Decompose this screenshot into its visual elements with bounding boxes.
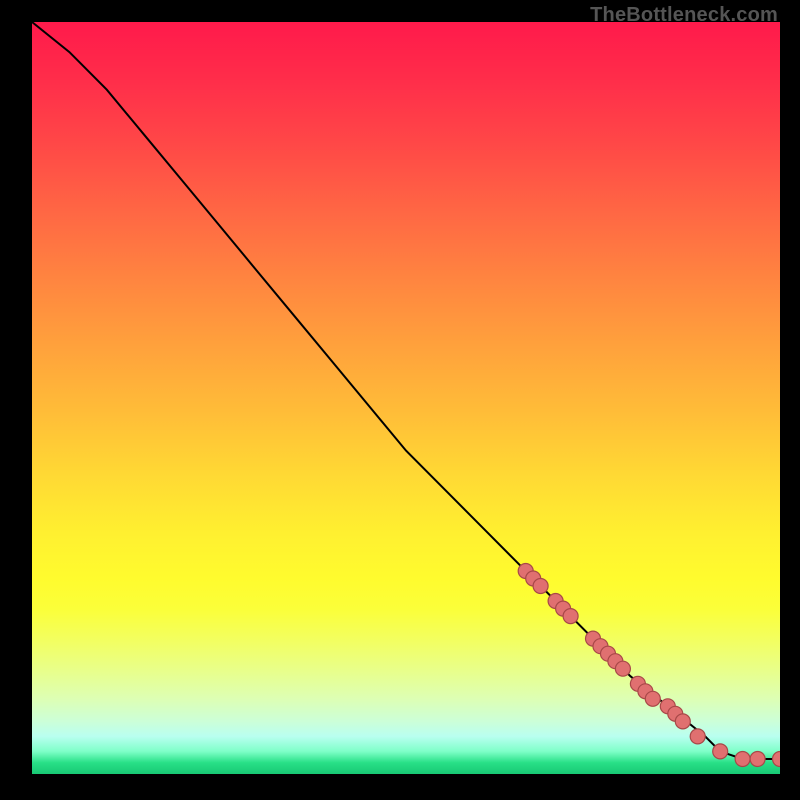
watermark-text: TheBottleneck.com <box>590 4 778 27</box>
data-point <box>735 752 750 767</box>
data-point <box>713 744 728 759</box>
plot-area <box>32 22 780 774</box>
chart-frame: TheBottleneck.com <box>0 0 800 800</box>
data-point <box>690 729 705 744</box>
data-point <box>750 752 765 767</box>
data-points <box>518 564 780 767</box>
data-point <box>615 661 630 676</box>
chart-svg <box>32 22 780 774</box>
data-point <box>675 714 690 729</box>
data-point <box>773 752 781 767</box>
data-point <box>533 579 548 594</box>
data-point <box>645 691 660 706</box>
curve-line <box>32 22 780 759</box>
data-point <box>563 609 578 624</box>
